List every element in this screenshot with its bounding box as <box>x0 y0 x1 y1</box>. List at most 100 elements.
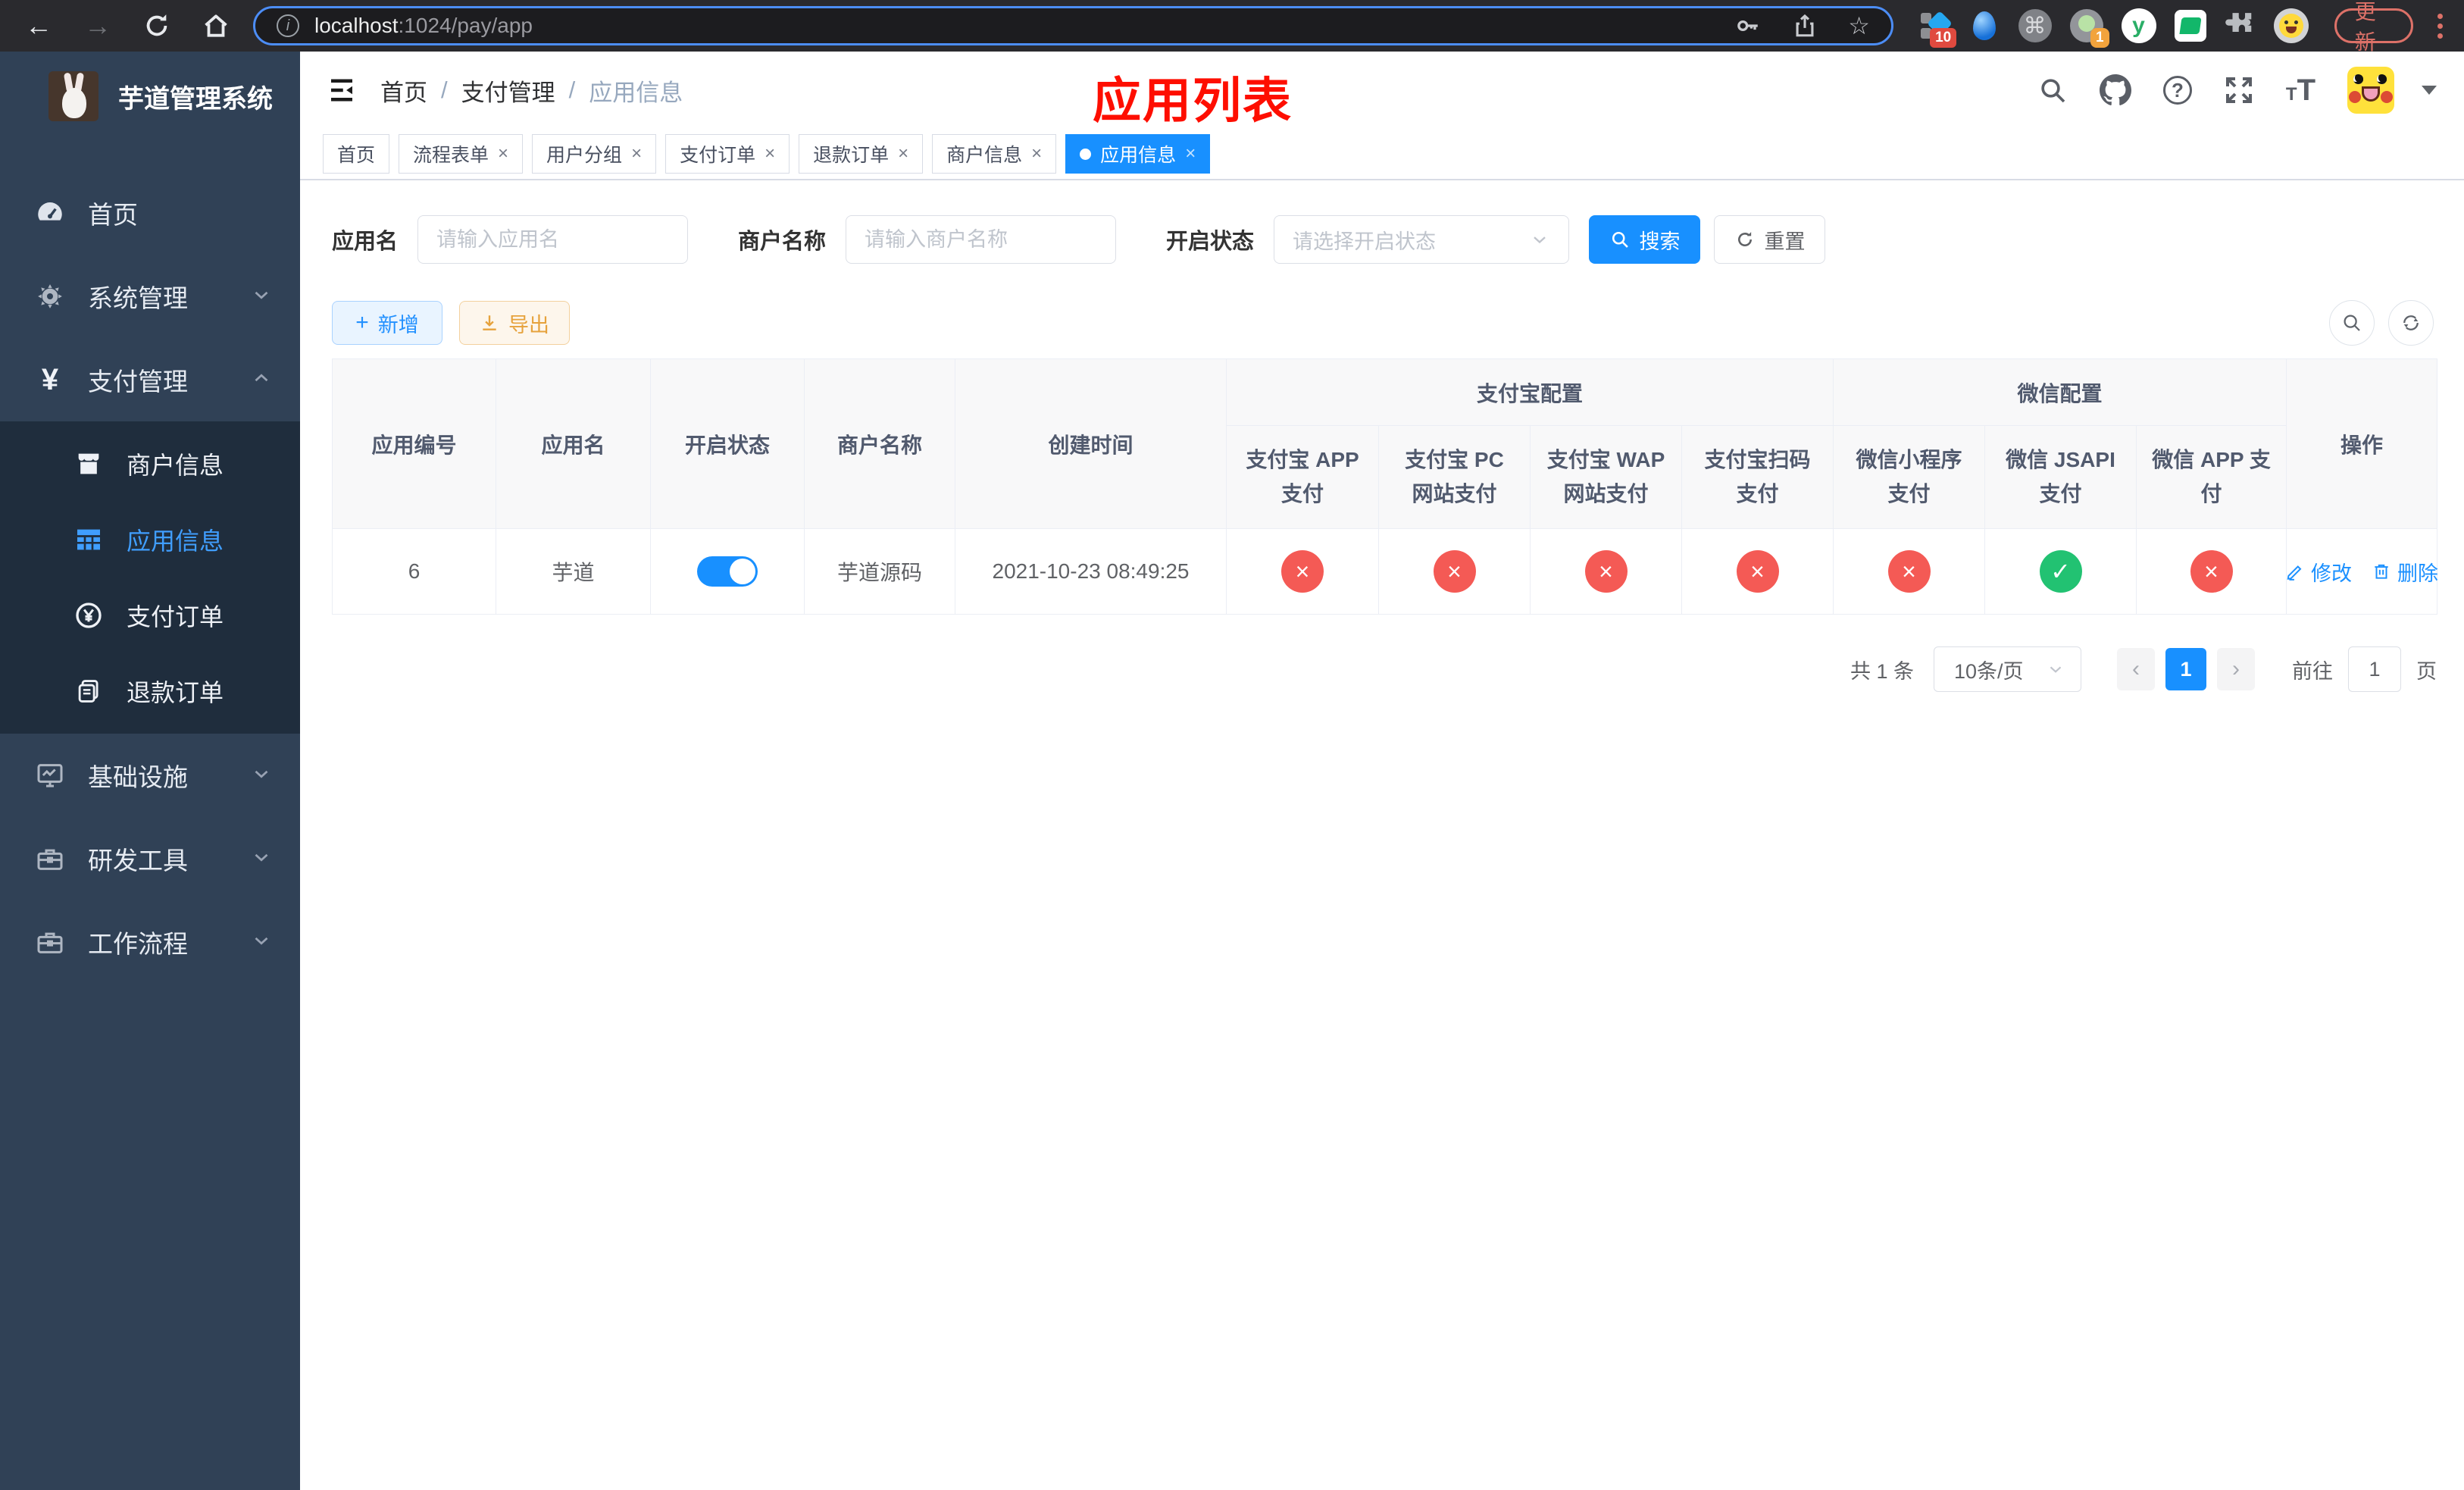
ext-yuque-icon[interactable]: y <box>2121 8 2156 43</box>
app-logo-row[interactable]: 芋道管理系统 <box>0 52 300 139</box>
browser-profile-avatar[interactable] <box>2273 8 2309 43</box>
tab-merchant-info[interactable]: 商户信息 × <box>932 134 1057 174</box>
app-logo <box>48 71 98 121</box>
font-size-icon[interactable] <box>2286 74 2315 108</box>
merchant-name-label: 商户名称 <box>738 230 827 254</box>
show-search-button[interactable] <box>2329 300 2375 346</box>
delete-link[interactable]: 删除 <box>2372 557 2438 587</box>
tab-user-group[interactable]: 用户分组 × <box>532 134 657 174</box>
tab-close-icon[interactable]: × <box>498 143 508 164</box>
fullscreen-icon[interactable] <box>2224 75 2254 105</box>
browser-update-button[interactable]: 更新 <box>2334 0 2414 54</box>
refresh-table-button[interactable] <box>2388 300 2434 346</box>
col-app-id: 应用编号 <box>332 358 496 529</box>
sidebar-fold-icon[interactable] <box>326 74 358 106</box>
document-icon <box>72 677 105 706</box>
page-size-select[interactable]: 10条/页 <box>1934 646 2081 692</box>
bookmark-star-icon[interactable]: ☆ <box>1848 11 1870 40</box>
sidebar: 芋道管理系统 首页 系统管理 ¥ 支付管理 商户信息 应用信息 支付订单 退款订… <box>0 52 300 1490</box>
ext-profile-icon[interactable]: 1 <box>2069 8 2109 48</box>
tab-app-info[interactable]: 应用信息 × <box>1065 134 1211 174</box>
breadcrumb-home[interactable]: 首页 <box>380 74 427 108</box>
app-title: 芋道管理系统 <box>118 84 273 114</box>
wx-app-status-icon: × <box>2190 550 2233 593</box>
ext-badge: 10 <box>1930 28 1957 48</box>
col-alipay-qr: 支付宝扫码支付 <box>1681 425 1834 529</box>
search-icon[interactable] <box>2037 75 2068 105</box>
cell-merchant: 芋道源码 <box>804 528 955 615</box>
chevron-down-icon <box>250 762 273 789</box>
pay-submenu: 商户信息 应用信息 支付订单 退款订单 <box>0 421 300 734</box>
help-icon[interactable] <box>2162 76 2192 105</box>
store-icon <box>72 449 105 479</box>
yen-circle-icon <box>72 600 105 631</box>
tab-close-icon[interactable]: × <box>1185 143 1196 164</box>
avatar-caret-icon[interactable] <box>2422 86 2437 95</box>
next-page-button[interactable]: › <box>2217 648 2255 690</box>
pagination: 共 1 条 10条/页 ‹ 1 › 前往 页 <box>332 646 2437 692</box>
breadcrumb-current: 应用信息 <box>589 79 683 106</box>
magnifier-icon <box>2344 315 2360 331</box>
table-toolbar: 新增 导出 <box>332 300 2434 346</box>
reload-icon[interactable] <box>141 10 173 42</box>
share-icon[interactable] <box>1792 13 1818 39</box>
ext-translate-icon[interactable]: 10 <box>1919 8 1957 48</box>
extensions-puzzle-icon[interactable] <box>2225 8 2256 43</box>
add-button[interactable]: 新增 <box>332 301 442 345</box>
toolbox-icon <box>33 927 67 957</box>
prev-page-button[interactable]: ‹ <box>2117 648 2155 690</box>
sidebar-item-pay-order[interactable]: 支付订单 <box>0 578 300 653</box>
search-button[interactable]: 搜索 <box>1589 215 1701 264</box>
password-key-icon[interactable] <box>1734 12 1762 39</box>
col-alipay-app: 支付宝 APP 支付 <box>1226 425 1379 529</box>
home-icon[interactable] <box>200 10 232 42</box>
user-avatar[interactable] <box>2347 67 2394 114</box>
col-wx-app: 微信 APP 支付 <box>2136 425 2287 529</box>
ext-command-icon[interactable]: ⌘ <box>2018 8 2052 43</box>
alipay-qr-status-icon: × <box>1736 550 1779 593</box>
back-icon[interactable]: ← <box>23 10 55 42</box>
sidebar-item-pay[interactable]: ¥ 支付管理 <box>0 338 300 421</box>
url-bar[interactable]: localhost:1024/pay/app ☆ <box>253 6 1893 45</box>
browser-menu-icon[interactable] <box>2431 13 2449 39</box>
tab-close-icon[interactable]: × <box>631 143 642 164</box>
tab-refund-order[interactable]: 退款订单 × <box>799 134 924 174</box>
extensions-area: 10 ⌘ 1 y 更新 <box>1893 0 2464 54</box>
github-icon[interactable] <box>2099 74 2131 106</box>
status-select[interactable]: 请选择开启状态 <box>1274 215 1570 264</box>
ext-gem-icon[interactable] <box>1968 8 2000 43</box>
sidebar-item-system[interactable]: 系统管理 <box>0 255 300 338</box>
sidebar-item-infra[interactable]: 基础设施 <box>0 734 300 817</box>
forward-icon[interactable]: → <box>82 10 114 42</box>
plus-icon <box>355 311 369 335</box>
site-info-icon[interactable] <box>277 14 299 37</box>
tab-close-icon[interactable]: × <box>765 143 775 164</box>
goto-page-input[interactable] <box>2348 646 2401 692</box>
tab-pay-order[interactable]: 支付订单 × <box>665 134 790 174</box>
col-wx-mini: 微信小程序支付 <box>1833 425 1986 529</box>
export-button[interactable]: 导出 <box>459 301 570 345</box>
sidebar-item-app-info[interactable]: 应用信息 <box>0 502 300 578</box>
sidebar-item-merchant-info[interactable]: 商户信息 <box>0 426 300 502</box>
trash-icon <box>2375 564 2388 579</box>
tab-flow-form[interactable]: 流程表单 × <box>399 134 524 174</box>
tab-close-icon[interactable]: × <box>898 143 908 164</box>
col-created: 创建时间 <box>955 358 1227 529</box>
breadcrumb-pay[interactable]: 支付管理 <box>461 74 555 108</box>
merchant-name-input[interactable] <box>846 215 1117 264</box>
reset-button[interactable]: 重置 <box>1714 215 1826 264</box>
sidebar-item-workflow[interactable]: 工作流程 <box>0 900 300 984</box>
sidebar-item-home[interactable]: 首页 <box>0 171 300 255</box>
sidebar-item-devtools[interactable]: 研发工具 <box>0 817 300 900</box>
wx-mini-status-icon: × <box>1887 550 1931 593</box>
ext-wecom-icon[interactable] <box>2174 8 2206 43</box>
status-toggle[interactable] <box>697 556 758 587</box>
tab-home[interactable]: 首页 <box>323 134 390 174</box>
edit-link[interactable]: 修改 <box>2285 557 2352 587</box>
app-name-input[interactable] <box>417 215 689 264</box>
tab-close-icon[interactable]: × <box>1031 143 1042 164</box>
page-number-1[interactable]: 1 <box>2165 648 2206 690</box>
chevron-down-icon <box>250 283 273 310</box>
sidebar-item-refund-order[interactable]: 退款订单 <box>0 653 300 729</box>
page-title-annotation: 应用列表 <box>1093 74 1293 128</box>
